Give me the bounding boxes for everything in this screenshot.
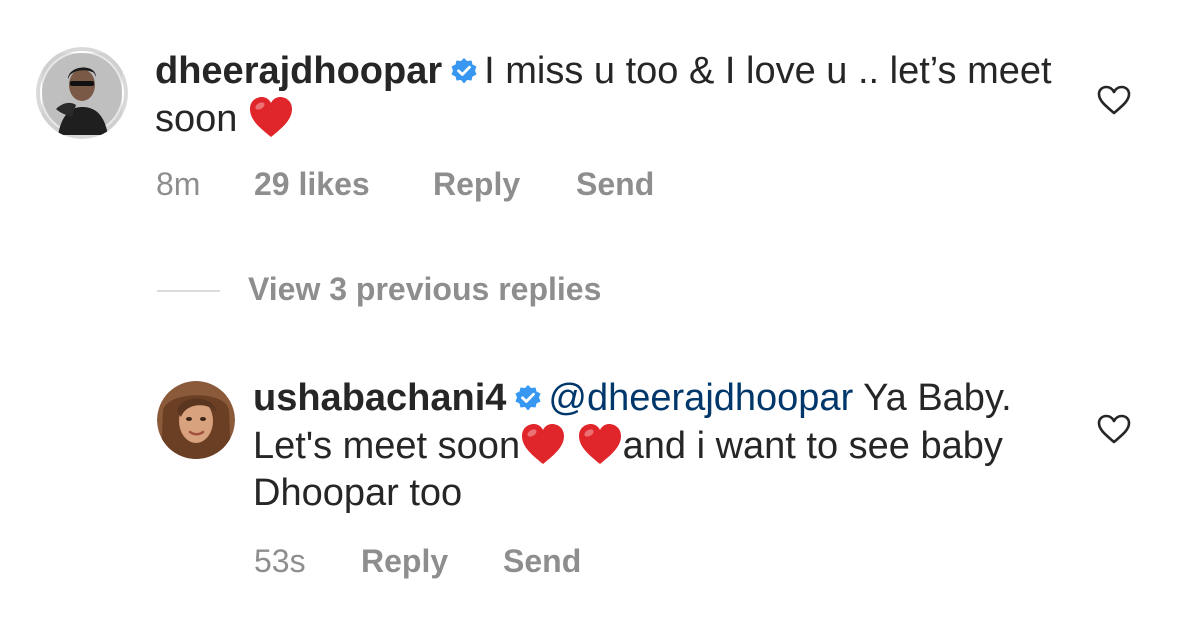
reply-button[interactable]: Reply	[433, 166, 520, 203]
heart-outline-icon[interactable]	[1097, 414, 1131, 444]
avatar-ushabachani4[interactable]	[157, 381, 235, 459]
comment-username[interactable]: ushabachani4	[253, 377, 506, 419]
likes-count[interactable]: 29 likes	[254, 166, 370, 203]
comment-meta: 8m 29 likes Reply Send	[0, 166, 1200, 206]
view-previous-replies-button[interactable]: View 3 previous replies	[248, 271, 601, 308]
heart-outline-icon[interactable]	[1097, 85, 1131, 115]
verified-badge-icon	[450, 57, 478, 85]
comment-body: dheerajdhoopar I miss u too & I love u .…	[155, 48, 1075, 143]
comment-timestamp: 53s	[254, 543, 306, 579]
replies-divider-line	[157, 290, 220, 292]
send-button[interactable]: Send	[576, 166, 654, 203]
comment-meta: 53s Reply Send	[0, 543, 1200, 583]
heart-emoji-icon	[520, 422, 566, 466]
avatar-dheerajdhoopar[interactable]	[36, 47, 128, 139]
mention-link[interactable]: @dheerajdhoopar	[548, 377, 853, 419]
comment-body: ushabachani4 @dheerajdhoopar Ya Baby. Le…	[253, 375, 1073, 517]
heart-emoji-icon	[248, 95, 294, 139]
heart-emoji-icon	[577, 422, 623, 466]
verified-badge-icon	[514, 384, 542, 412]
comment-timestamp: 8m	[156, 166, 201, 202]
reply-button[interactable]: Reply	[361, 543, 448, 580]
send-button[interactable]: Send	[503, 543, 581, 580]
comment-username[interactable]: dheerajdhoopar	[155, 50, 442, 92]
